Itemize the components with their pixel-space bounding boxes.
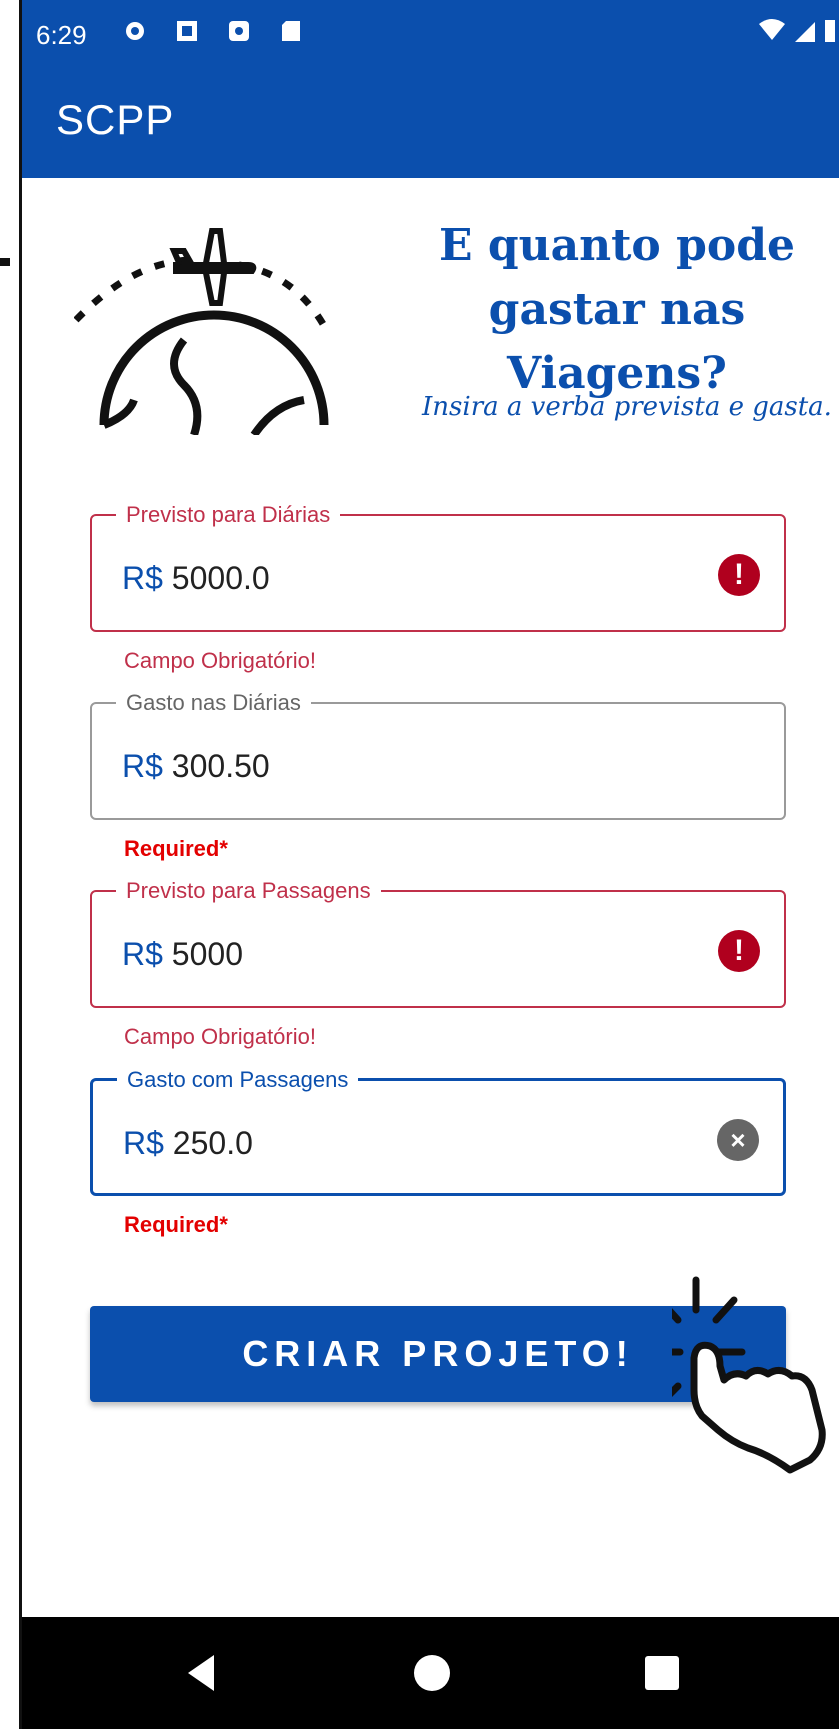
field-value[interactable]: R$ 5000.0 (122, 560, 270, 597)
required-text: Required* (124, 1212, 228, 1237)
field-input-value: 250.0 (172, 1125, 253, 1161)
field-error-text: Campo Obrigatório! (124, 1024, 316, 1049)
field-label: Previsto para Passagens (116, 878, 381, 904)
gasto-diarias-field[interactable]: Gasto nas Diárias R$ 300.50 (90, 690, 786, 820)
sd-card-icon (278, 18, 304, 44)
currency-symbol: R$ (123, 1125, 164, 1161)
signal-icon (793, 18, 817, 49)
phone-screen: 6:29 SCPP E quanto pode gastar nas Viage… (22, 0, 839, 1729)
gear-icon (122, 18, 148, 44)
field-input-value: 5000 (171, 936, 243, 972)
field-input-value: 300.50 (171, 748, 270, 784)
field-error-text: Campo Obrigatório! (124, 648, 316, 673)
home-icon[interactable] (410, 1651, 454, 1695)
field-value[interactable]: R$ 300.50 (122, 748, 270, 785)
error-icon: ! (718, 930, 760, 972)
status-right-icons (757, 18, 837, 49)
image-icon (174, 18, 200, 44)
field-value[interactable]: R$ 5000 (122, 936, 243, 973)
status-bar: 6:29 (22, 0, 839, 70)
field-label: Gasto com Passagens (117, 1067, 359, 1093)
app-bar: 6:29 SCPP (22, 0, 839, 178)
back-icon[interactable] (180, 1651, 224, 1695)
currency-symbol: R$ (122, 560, 163, 596)
tap-hand-icon (672, 1276, 826, 1474)
system-nav-bar (22, 1617, 839, 1729)
field-input-value: 5000.0 (171, 560, 270, 596)
previsto-diarias-field[interactable]: Previsto para Diárias R$ 5000.0 ! (90, 502, 786, 632)
field-value[interactable]: R$ 250.0 (123, 1125, 253, 1162)
field-label: Gasto nas Diárias (116, 690, 311, 716)
recents-icon[interactable] (640, 1651, 684, 1695)
plane-around-globe-icon (74, 228, 333, 435)
hero-subtitle: Insira a verba prevista e gasta. (422, 392, 832, 422)
hero-title: E quanto pode gastar nas Viagens? (382, 214, 839, 406)
field-label: Previsto para Diárias (116, 502, 341, 528)
error-icon: ! (718, 554, 760, 596)
frame-mark (0, 258, 10, 266)
clear-icon[interactable]: × (717, 1119, 759, 1161)
status-time: 6:29 (36, 20, 87, 50)
hero-title-line2: gastar nas Viagens? (488, 284, 746, 399)
currency-symbol: R$ (122, 748, 163, 784)
wifi-icon (757, 18, 787, 49)
required-text: Required* (124, 836, 228, 861)
status-left-icons (122, 18, 304, 44)
shield-icon (226, 18, 252, 44)
gasto-passagens-field[interactable]: Gasto com Passagens R$ 250.0 × (90, 1067, 786, 1196)
currency-symbol: R$ (122, 936, 163, 972)
app-title: SCPP (56, 96, 175, 143)
previsto-passagens-field[interactable]: Previsto para Passagens R$ 5000 ! (90, 878, 786, 1008)
battery-icon (823, 18, 837, 49)
hero-title-line1: E quanto pode (439, 220, 795, 271)
